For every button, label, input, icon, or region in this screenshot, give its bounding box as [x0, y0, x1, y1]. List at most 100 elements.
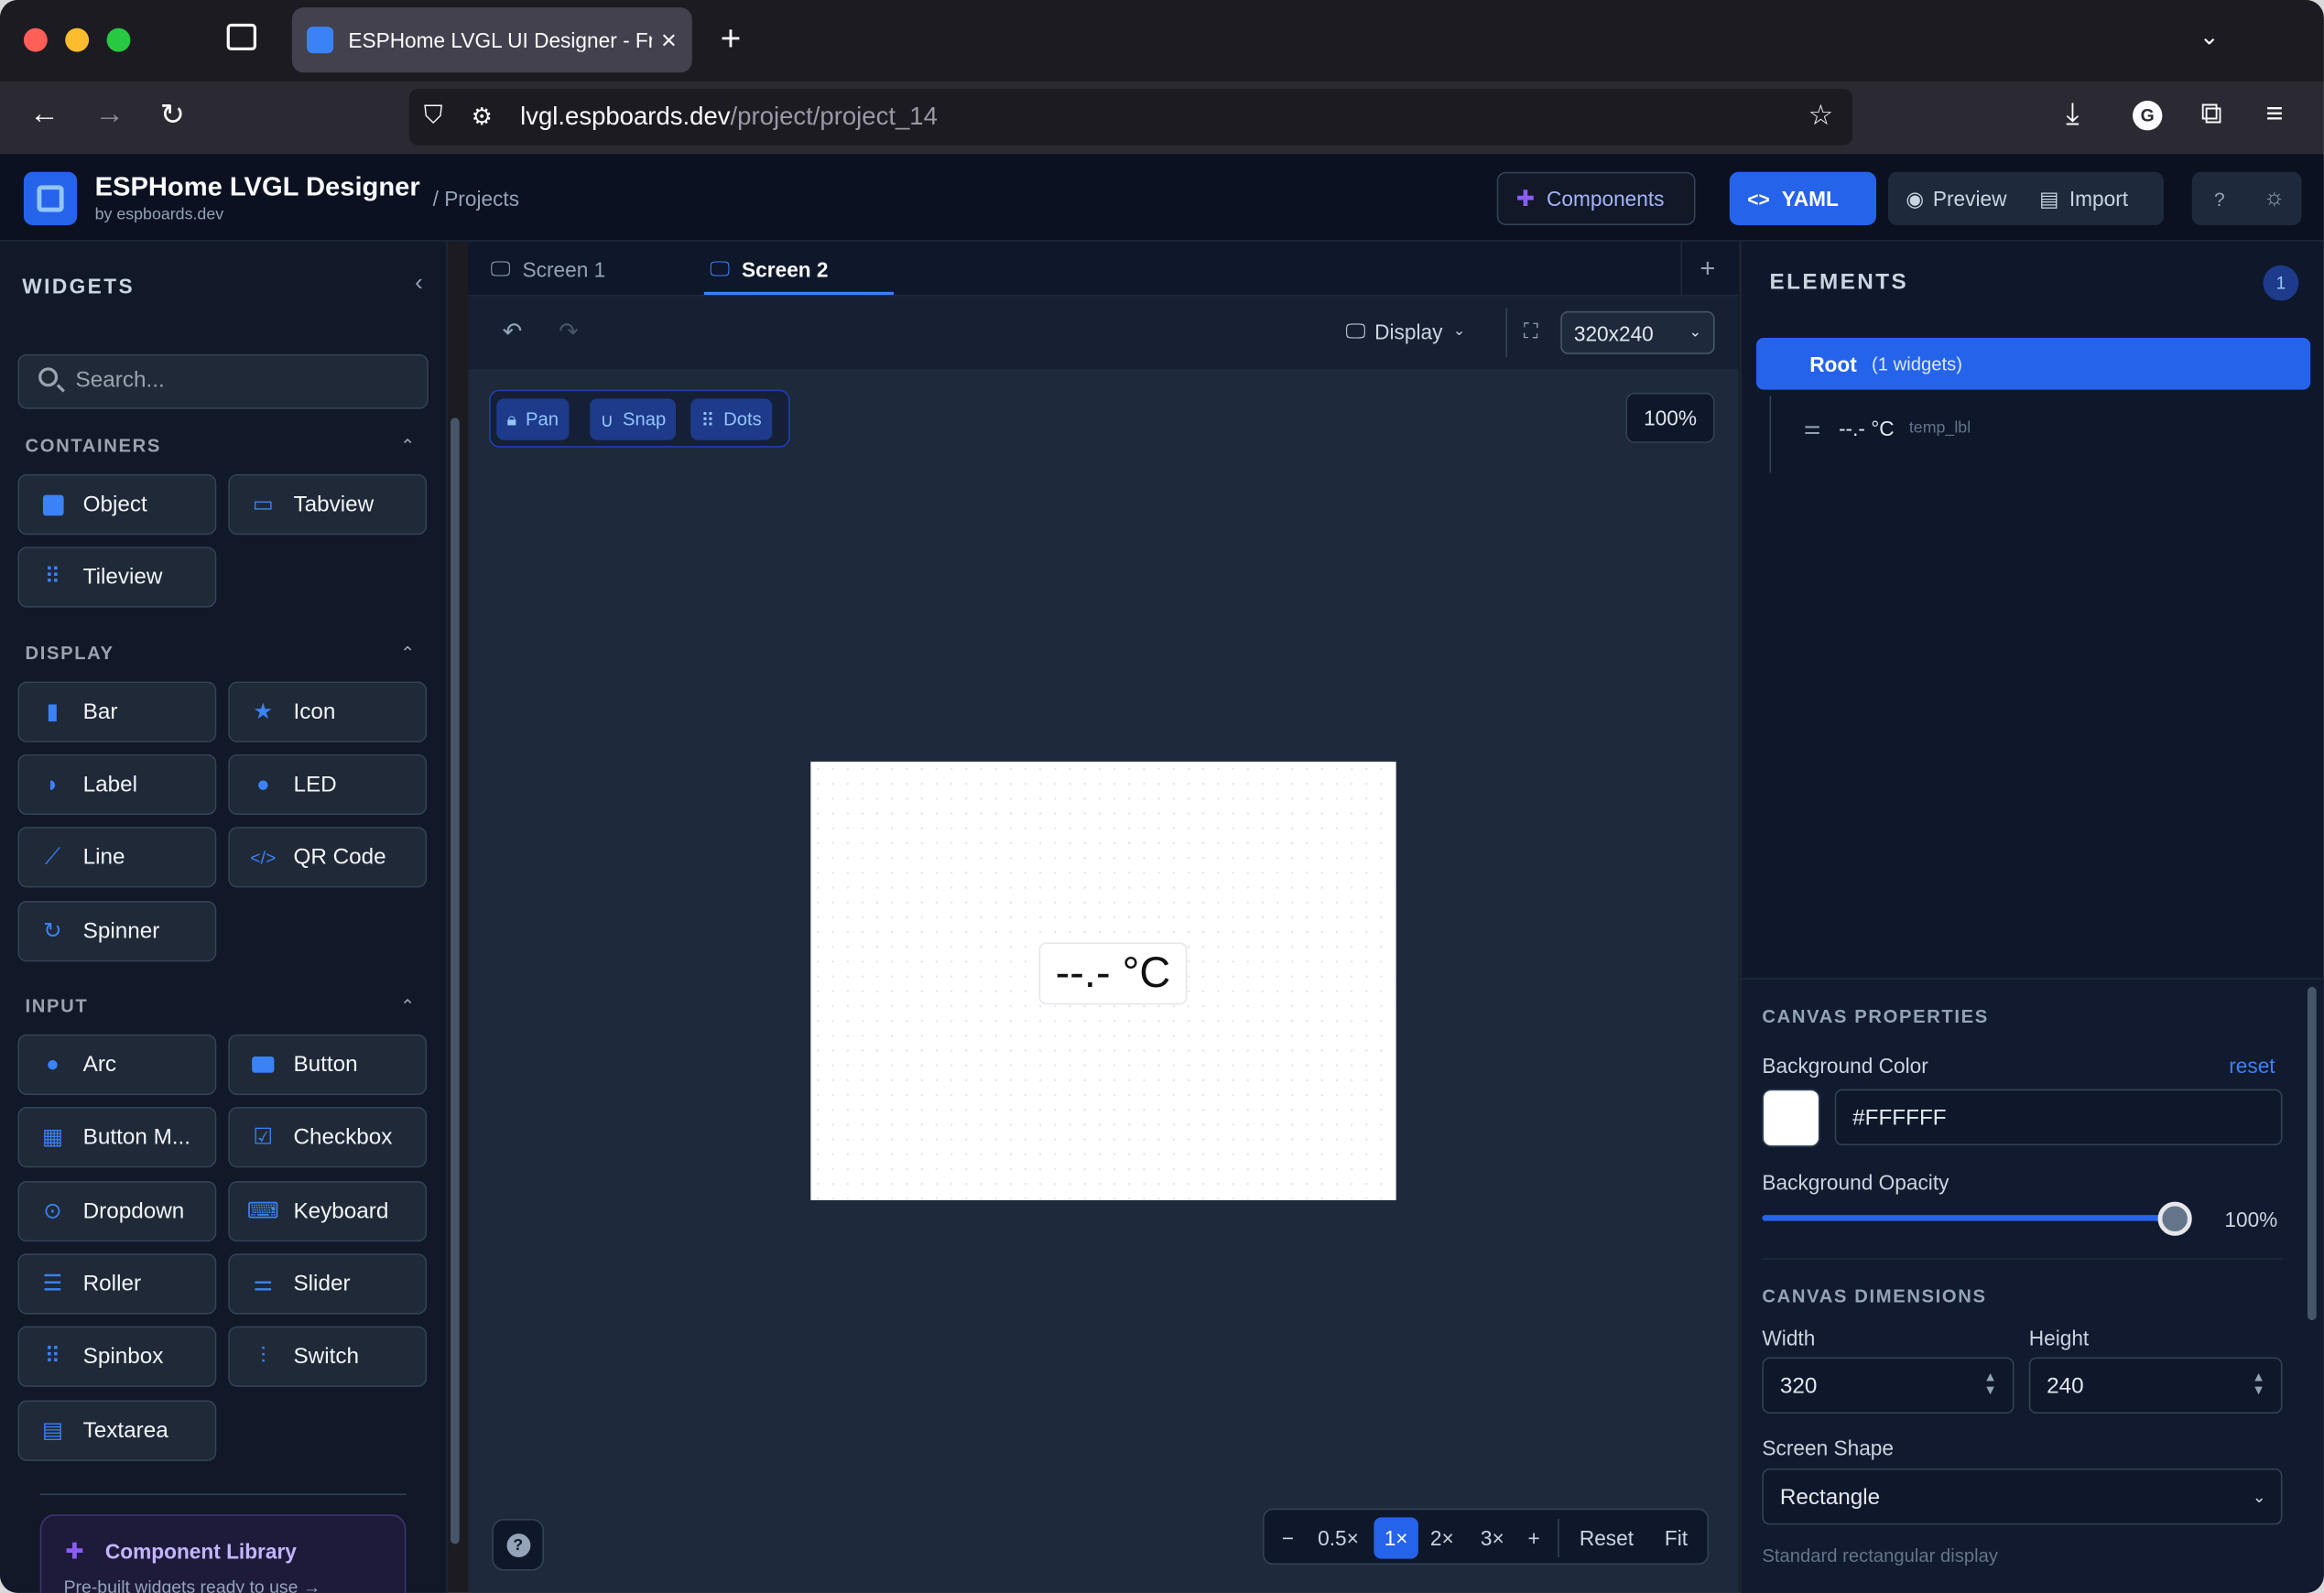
add-screen-icon[interactable]: +: [1700, 254, 1715, 285]
tree-item-temp-lbl[interactable]: ⚌ --.- °C temp_lbl: [1804, 417, 1971, 440]
pan-toggle[interactable]: 🔒︎ Pan: [496, 398, 570, 440]
tab-screen-1[interactable]: 🖵 Screen 1: [491, 242, 606, 297]
tab-list-chevron-icon[interactable]: ⌄: [2199, 22, 2220, 51]
widget-tileview-button[interactable]: ⠿ Tileview: [17, 547, 217, 608]
site-permissions-icon[interactable]: ⚙: [472, 103, 493, 132]
zoom-3x-button[interactable]: 3×: [1472, 1517, 1513, 1558]
tab-groups-icon[interactable]: [226, 23, 257, 51]
undo-icon[interactable]: ↶: [503, 317, 523, 346]
shield-icon[interactable]: ⛉: [424, 101, 443, 130]
collapse-containers-chevron-icon[interactable]: ⌃: [400, 436, 415, 457]
components-button[interactable]: ✚ Components: [1496, 171, 1696, 226]
resolution-select[interactable]: 320x240 ⌄: [1560, 310, 1715, 354]
widget-checkbox-button[interactable]: ☑ Checkbox: [228, 1107, 428, 1168]
bookmark-star-icon[interactable]: ☆: [1808, 99, 1834, 133]
minimize-window-dot[interactable]: [65, 27, 90, 52]
component-library-card[interactable]: ✚ Component Library Pre-built widgets re…: [39, 1514, 407, 1593]
account-avatar[interactable]: G: [2133, 101, 2163, 131]
category-display[interactable]: DISPLAY: [26, 643, 114, 664]
sidebar-scrollbar[interactable]: [451, 417, 460, 1544]
new-tab-icon[interactable]: +: [721, 19, 742, 60]
width-stepper-icon[interactable]: ▲ ▼: [1980, 1370, 2001, 1400]
bg-opacity-slider-handle[interactable]: [2157, 1201, 2192, 1236]
collapse-sidebar-chevron-icon[interactable]: ‹: [415, 271, 423, 298]
widget-line-button[interactable]: ⟋ Line: [17, 827, 217, 888]
properties-scrollbar[interactable]: [2308, 986, 2317, 1321]
zoom-in-button[interactable]: +: [1519, 1517, 1548, 1558]
display-dropdown[interactable]: 🖵 Display ⌄: [1346, 319, 1466, 344]
forward-arrow-icon[interactable]: →: [95, 98, 125, 132]
bg-opacity-value: 100%: [2224, 1208, 2278, 1231]
zoom-0-5x-button[interactable]: 0.5×: [1309, 1517, 1368, 1558]
height-value: 240: [2047, 1372, 2084, 1399]
bg-opacity-slider-track[interactable]: [1762, 1215, 2177, 1221]
reset-color-link[interactable]: reset: [2229, 1054, 2275, 1078]
widget-keyboard-button[interactable]: ⌨ Keyboard: [228, 1180, 428, 1242]
browser-tab-active[interactable]: ESPHome LVGL UI Designer - Fr ×: [291, 7, 692, 73]
widget-dropdown-button[interactable]: ⊙ Dropdown: [17, 1180, 217, 1242]
widget-button-button[interactable]: Button: [228, 1034, 428, 1096]
bg-color-swatch[interactable]: [1762, 1089, 1820, 1147]
widget-spinner-button[interactable]: ↻ Spinner: [17, 901, 217, 962]
tab-screen-2[interactable]: 🖵 Screen 2: [710, 242, 828, 297]
display-preview[interactable]: --.- °C: [810, 761, 1396, 1200]
collapse-display-chevron-icon[interactable]: ⌃: [400, 643, 415, 664]
address-bar[interactable]: ⛉ ⚙ lvgl.espboards.dev/project/project_1…: [408, 89, 1853, 146]
widget-textarea-button[interactable]: ▤ Textarea: [17, 1400, 217, 1461]
theme-toggle-sun-icon[interactable]: ☼: [2264, 185, 2286, 211]
widget-tabview-button[interactable]: ▭ Tabview: [228, 473, 428, 536]
dots-toggle[interactable]: ⠿ Dots: [690, 398, 773, 440]
yaml-button[interactable]: <> YAML: [1729, 171, 1877, 226]
widget-label: Spinner: [82, 918, 160, 944]
widget-bar-button[interactable]: ▮ Bar: [17, 681, 217, 742]
close-tab-icon[interactable]: ×: [661, 25, 677, 56]
collapse-input-chevron-icon[interactable]: ⌃: [400, 996, 415, 1017]
bg-color-input[interactable]: #FFFFFF: [1834, 1089, 2283, 1146]
height-stepper-icon[interactable]: ▲ ▼: [2248, 1370, 2269, 1400]
widget-switch-button[interactable]: ⫶ Switch: [228, 1326, 428, 1387]
width-input[interactable]: 320 ▲ ▼: [1762, 1357, 2014, 1414]
chevron-down-icon: ⌄: [1452, 322, 1466, 340]
redo-icon[interactable]: ↷: [559, 317, 579, 346]
widget-label-button[interactable]: ◗ Label: [17, 753, 217, 816]
preview-button[interactable]: ◉ Preview: [1906, 186, 2006, 211]
zoom-out-button[interactable]: −: [1273, 1517, 1302, 1558]
screen-shape-select[interactable]: Rectangle ⌄: [1762, 1468, 2283, 1525]
widget-icon-button[interactable]: ★ Icon: [228, 681, 428, 742]
height-input[interactable]: 240 ▲ ▼: [2028, 1357, 2283, 1414]
category-containers[interactable]: CONTAINERS: [26, 436, 161, 457]
widget-roller-button[interactable]: ☰ Roller: [17, 1253, 217, 1315]
widget-arc-button[interactable]: ● Arc: [17, 1034, 217, 1096]
zoom-2x-button[interactable]: 2×: [1421, 1517, 1462, 1558]
widget-qrcode-button[interactable]: </> QR Code: [228, 827, 428, 888]
temp-label-widget[interactable]: --.- °C: [1038, 942, 1188, 1005]
widget-buttonmatrix-button[interactable]: ▦ Button M...: [17, 1107, 217, 1168]
widget-search-input[interactable]: [75, 367, 417, 393]
widget-spinbox-button[interactable]: ⠿ Spinbox: [17, 1326, 217, 1387]
zoom-1x-button[interactable]: 1×: [1374, 1517, 1418, 1559]
snap-toggle[interactable]: ∪ Snap: [590, 398, 677, 440]
back-arrow-icon[interactable]: ←: [29, 98, 59, 132]
downloads-icon[interactable]: ⤓: [2066, 98, 2079, 132]
widget-slider-button[interactable]: ⚌ Slider: [228, 1253, 428, 1315]
help-button[interactable]: ?: [2214, 188, 2225, 210]
widget-led-button[interactable]: ● LED: [228, 753, 428, 816]
reload-icon[interactable]: ↻: [160, 96, 185, 133]
import-button[interactable]: ▤ Import: [2039, 186, 2128, 211]
menu-icon[interactable]: ≡: [2266, 98, 2284, 132]
category-input[interactable]: INPUT: [26, 996, 89, 1017]
zoom-fit-button[interactable]: Fit: [1653, 1517, 1700, 1558]
help-button[interactable]: ?: [492, 1518, 544, 1571]
toggle-icon: ⫶: [260, 1343, 266, 1370]
browser-tab-title: ESPHome LVGL UI Designer - Fr: [348, 27, 653, 52]
close-window-dot[interactable]: [23, 27, 48, 52]
zoom-reset-button[interactable]: Reset: [1569, 1517, 1644, 1558]
maximize-window-dot[interactable]: [106, 27, 131, 52]
component-library-title: Component Library: [104, 1539, 297, 1564]
breadcrumb-projects[interactable]: / Projects: [433, 187, 519, 211]
widget-object-button[interactable]: Object: [17, 473, 217, 536]
extensions-icon[interactable]: ⧉: [2200, 98, 2221, 132]
tree-root-row[interactable]: Root (1 widgets): [1755, 338, 2311, 390]
tree-guide-line: [1769, 396, 1772, 473]
monitor-icon: 🖵: [1345, 318, 1366, 342]
